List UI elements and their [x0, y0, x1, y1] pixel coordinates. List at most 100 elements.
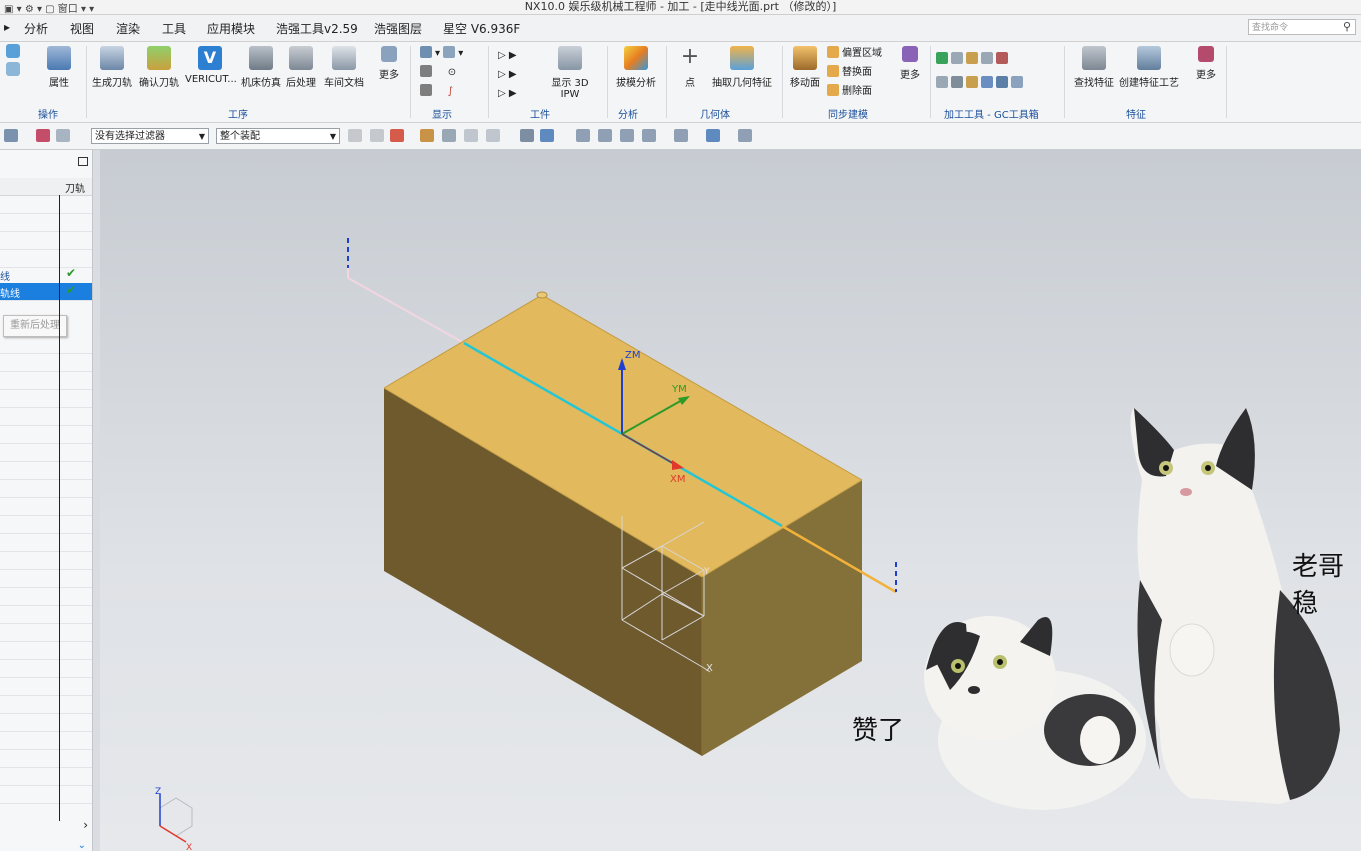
graphics-viewport[interactable]: ZM YM XM Y X Z X 赞了 老哥稳 — [100, 150, 1361, 851]
table-row — [0, 768, 92, 786]
snap-icon[interactable] — [464, 129, 478, 142]
point-button[interactable]: + 点 — [678, 46, 702, 90]
snap-icon[interactable] — [540, 129, 554, 142]
menu-tools[interactable]: 工具 — [162, 20, 186, 37]
gc-toolbox-tools[interactable] — [936, 48, 1026, 96]
check-icon: ✔ — [66, 266, 77, 280]
postprocess-icon — [289, 46, 313, 70]
menu-xingkong[interactable]: 星空 V6.936F — [443, 20, 520, 37]
select-alt-icon[interactable] — [56, 129, 70, 142]
triad-x-label: X — [186, 843, 192, 851]
table-row — [0, 354, 92, 372]
group-label-geometry: 几何体 — [700, 110, 730, 121]
view-icon[interactable] — [642, 129, 656, 142]
table-row — [0, 642, 92, 660]
selection-filter-dropdown[interactable]: 没有选择过滤器 ▼ — [91, 128, 209, 144]
table-row — [0, 570, 92, 588]
postprocess-label: 后处理 — [286, 78, 316, 89]
snap-icon[interactable] — [442, 129, 456, 142]
more-label-3: 更多 — [1196, 70, 1216, 81]
draft-analysis-button[interactable]: 拔模分析 — [614, 46, 658, 89]
snap-icon[interactable] — [348, 129, 362, 142]
menu-partial-icon[interactable]: ▸ — [4, 20, 10, 34]
table-row — [0, 534, 92, 552]
snap-icon[interactable] — [520, 129, 534, 142]
menu-view[interactable]: 视图 — [70, 20, 94, 37]
draft-analysis-label: 拔模分析 — [616, 78, 656, 89]
chevron-down-icon[interactable]: ⌄ — [78, 840, 86, 851]
command-search-input[interactable]: 查找命令 — [1248, 19, 1356, 35]
create-feature-process-button[interactable]: 创建特征工艺 — [1118, 46, 1180, 89]
menu-bar: ▸ 分析 视图 渲染 工具 应用模块 浩强工具v2.59 浩强图层 星空 V6.… — [0, 15, 1361, 42]
shop-doc-button[interactable]: 车间文档 — [322, 46, 366, 89]
verify-toolpath-button[interactable]: 确认刀轨 — [138, 46, 180, 89]
machine-icon — [249, 46, 273, 70]
snap-icon[interactable] — [486, 129, 500, 142]
show-3d-ipw-button[interactable]: 显示 3D IPW — [541, 46, 599, 100]
table-row — [0, 786, 92, 804]
select-icon[interactable] — [36, 129, 50, 142]
find-feature-button[interactable]: 查找特征 — [1072, 46, 1116, 89]
more-button-2[interactable]: 更多 — [896, 46, 924, 81]
machine-simulation-button[interactable]: 机床仿真 — [239, 46, 283, 89]
vericut-button[interactable]: V VERICUT... — [185, 46, 237, 85]
ribbon-left-partial[interactable] — [6, 44, 20, 80]
table-row — [0, 336, 92, 354]
wcs-z-label: ZM — [625, 350, 640, 361]
more-button-3[interactable]: 更多 — [1192, 46, 1220, 81]
search-icon[interactable]: ⚲ — [1343, 20, 1358, 33]
generate-toolpath-button[interactable]: 生成刀轨 — [92, 46, 132, 89]
menu-analysis[interactable]: 分析 — [24, 20, 48, 37]
move-face-button[interactable]: 移动面 — [788, 46, 822, 89]
extract-geometry-button[interactable]: 抽取几何特征 — [710, 46, 774, 89]
mcs-y-label: Y — [703, 567, 710, 577]
view-icon[interactable] — [620, 129, 634, 142]
menu-application[interactable]: 应用模块 — [207, 20, 255, 37]
column-divider — [59, 195, 60, 821]
window-title: NX10.0 娱乐级机械工程师 - 加工 - [走中线光面.prt （修改的）] — [524, 0, 837, 13]
view-icon[interactable] — [706, 129, 720, 142]
properties-button[interactable]: 属性 — [42, 46, 76, 89]
table-row — [0, 214, 92, 232]
group-label-operations-tools: 工序 — [228, 110, 248, 121]
find-feature-label: 查找特征 — [1074, 78, 1114, 89]
snap-icon[interactable] — [390, 129, 404, 142]
operation-row-selected[interactable]: 轨线 ✔ — [0, 283, 92, 301]
table-row — [0, 480, 92, 498]
display-tools[interactable]: ▾ ▾ ⊙ ∫ — [420, 46, 463, 97]
triad-z-label: Z — [155, 787, 161, 797]
ipw-icon — [558, 46, 582, 70]
scroll-right-icon[interactable]: › — [83, 818, 88, 832]
postprocess-button[interactable]: 后处理 — [285, 46, 317, 89]
shop-doc-label: 车间文档 — [324, 78, 364, 89]
menu-haoqiang-tools[interactable]: 浩强工具v2.59 — [276, 20, 358, 37]
group-label-workpiece: 工件 — [530, 110, 550, 121]
sync-modeling-small-tools[interactable]: 偏置区域 替换面 删除面 — [827, 44, 882, 101]
more-button-1[interactable]: 更多 — [375, 46, 403, 81]
table-row — [0, 588, 92, 606]
workpiece-tools[interactable]: ▷ ▶ ▷ ▶ ▷ ▶ — [498, 46, 517, 103]
snap-icon[interactable] — [420, 129, 434, 142]
view-icon[interactable] — [674, 129, 688, 142]
view-triad: Z X — [155, 787, 193, 851]
menu-render[interactable]: 渲染 — [116, 20, 140, 37]
properties-icon — [47, 46, 71, 70]
table-row — [0, 498, 92, 516]
view-icon[interactable] — [738, 129, 752, 142]
menu-haoqiang-layers[interactable]: 浩强图层 — [374, 20, 422, 37]
layout-icon — [6, 62, 20, 76]
assembly-scope-dropdown[interactable]: 整个装配 ▼ — [216, 128, 340, 144]
operation-label: 线 — [0, 272, 10, 283]
view-icon[interactable] — [576, 129, 590, 142]
wcs-x-label: XM — [670, 474, 685, 485]
snap-icon[interactable] — [370, 129, 384, 142]
table-row — [0, 714, 92, 732]
operation-row[interactable]: 线 ✔ — [0, 266, 92, 284]
move-face-icon — [793, 46, 817, 70]
view-icon[interactable] — [598, 129, 612, 142]
more-label-1: 更多 — [379, 70, 399, 81]
more-icon — [1198, 46, 1214, 62]
menu-icon[interactable] — [4, 129, 18, 142]
check-icon: ✔ — [66, 283, 77, 297]
maximize-icon[interactable] — [78, 157, 88, 166]
